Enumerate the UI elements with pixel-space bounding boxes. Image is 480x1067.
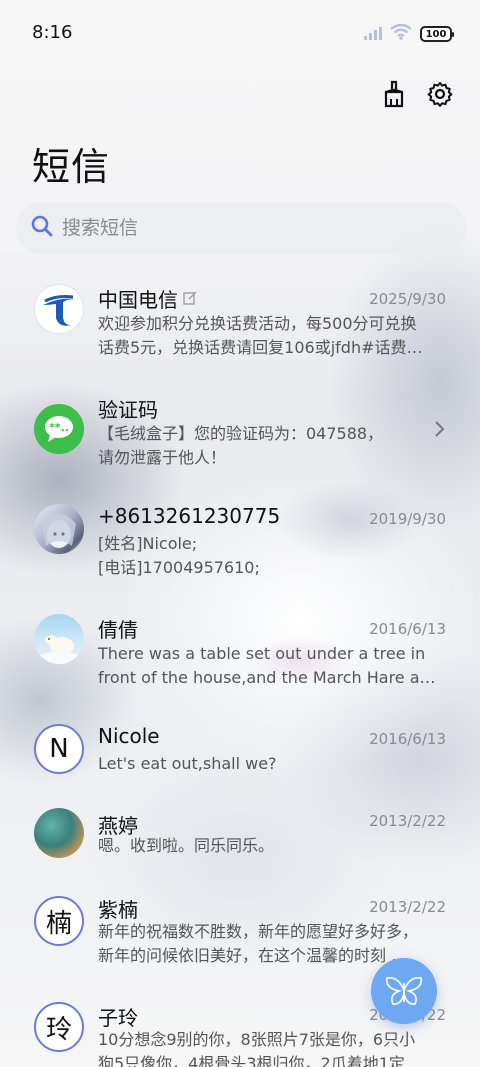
message-preview: 【毛绒盒子】您的验证码为：047588， 请勿泄露于他人！: [98, 422, 418, 470]
butterfly-icon: [385, 976, 423, 1005]
gear-icon: [427, 82, 453, 107]
preview-line: [姓名]Nicole;: [98, 534, 198, 553]
message-bubble-icon: **..: [45, 416, 73, 442]
battery-level: 100: [425, 28, 447, 40]
preview-line: 嗯。收到啦。同乐同乐。: [98, 836, 275, 855]
message-preview: Let's eat out,shall we?: [98, 752, 444, 776]
message-preview: [姓名]Nicole; [电话]17004957610;: [98, 532, 444, 580]
avatar-initial: 楠: [45, 908, 72, 939]
preview-line: There was a table set out under a tree i…: [98, 644, 426, 663]
wifi-icon: [390, 23, 412, 44]
china-telecom-logo-avatar: [34, 284, 84, 334]
preview-line: 狗5只像你，4根骨头3根归你，2爪着地1定: [98, 1054, 405, 1067]
conversation-item[interactable]: **.. 验证码 【毛绒盒子】您的验证码为：047588， 请勿泄露于他人！: [0, 392, 480, 488]
search-icon: [30, 214, 54, 242]
brush-icon: [384, 80, 404, 108]
message-preview: 嗯。收到啦。同乐同乐。: [98, 834, 444, 858]
contact-name: +8613261230775: [98, 504, 281, 528]
avatar-initial: 玲: [45, 1014, 72, 1045]
polar-bear-avatar: [34, 614, 84, 664]
status-time: 8:16: [32, 22, 73, 43]
conversation-item[interactable]: 倩倩 2016/6/13 There was a table set out u…: [0, 612, 480, 708]
preview-line: Let's eat out,shall we?: [98, 754, 277, 773]
message-preview: 欢迎参加积分兑换话费活动，每500分可兑换 话费5元，兑换话费请回复106或jf…: [98, 312, 444, 360]
message-preview: There was a table set out under a tree i…: [98, 642, 444, 690]
page-title: 短信: [32, 145, 111, 189]
preview-line: 话费5元，兑换话费请回复106或jfdh#话费…: [98, 338, 423, 357]
message-date: 2016/6/13: [369, 730, 446, 748]
messages-screen: 8:16 100 短信 搜索短信 中国电信 2025/9/30 欢迎参加积分兑换…: [0, 0, 480, 1067]
signal-icon: [364, 25, 382, 44]
letter-avatar: 玲: [34, 1002, 84, 1052]
preview-line: 欢迎参加积分兑换话费活动，每500分可兑换: [98, 314, 417, 333]
preview-line: [电话]17004957610;: [98, 558, 260, 577]
message-date: 2019/9/30: [369, 510, 446, 528]
avatar-initial: N: [49, 734, 69, 764]
status-bar: 8:16 100: [0, 0, 480, 68]
anime-avatar: [34, 504, 84, 554]
preview-line: 新年的祝福数不胜数，新年的愿望好多好多，: [98, 922, 419, 941]
contact-name: 验证码: [98, 398, 158, 422]
contact-name: 紫楠: [98, 898, 138, 922]
battery-indicator: 100: [420, 26, 454, 42]
conversation-item[interactable]: N Nicole 2016/6/13 Let's eat out,shall w…: [0, 722, 480, 798]
conversation-item[interactable]: +8613261230775 2019/9/30 [姓名]Nicole; [电话…: [0, 502, 480, 598]
conversation-item[interactable]: 燕婷 2013/2/22 嗯。收到啦。同乐同乐。: [0, 808, 480, 884]
preview-line: 10分想念9别的你，8张照片7张是你，6只小: [98, 1030, 416, 1049]
message-date: 2016/6/13: [369, 620, 446, 638]
message-date: 2013/2/22: [369, 898, 446, 916]
preview-line: 请勿泄露于他人！: [98, 448, 227, 467]
compose-fab-button[interactable]: [371, 958, 437, 1024]
top-actions: [380, 80, 454, 108]
contact-name: 中国电信: [98, 288, 178, 312]
preview-line: front of the house,and the March Hare an…: [98, 668, 444, 687]
contact-name: Nicole: [98, 724, 160, 748]
message-date: 2025/9/30: [369, 290, 446, 308]
settings-button[interactable]: [426, 80, 454, 108]
svg-text:**..: **..: [49, 421, 69, 434]
chevron-right-icon[interactable]: [434, 420, 446, 442]
letter-avatar: 楠: [34, 896, 84, 946]
contact-name: 倩倩: [98, 618, 138, 642]
message-preview: 10分想念9别的你，8张照片7张是你，6只小 狗5只像你，4根骨头3根归你，2爪…: [98, 1028, 444, 1067]
cleanup-brush-button[interactable]: [380, 80, 408, 108]
search-bar[interactable]: [16, 202, 466, 254]
landscape-avatar: [34, 808, 84, 858]
message-date: 2013/2/22: [369, 812, 446, 830]
letter-avatar: N: [34, 724, 84, 774]
status-icons: 100: [364, 23, 454, 44]
contact-name: 子玲: [98, 1006, 138, 1030]
message-bubble-avatar: **..: [34, 404, 84, 454]
edit-note-icon: [183, 290, 197, 309]
preview-line: 【毛绒盒子】您的验证码为：047588，: [98, 424, 384, 443]
conversation-item[interactable]: 中国电信 2025/9/30 欢迎参加积分兑换话费活动，每500分可兑换 话费5…: [0, 282, 480, 378]
search-input[interactable]: [62, 217, 442, 239]
